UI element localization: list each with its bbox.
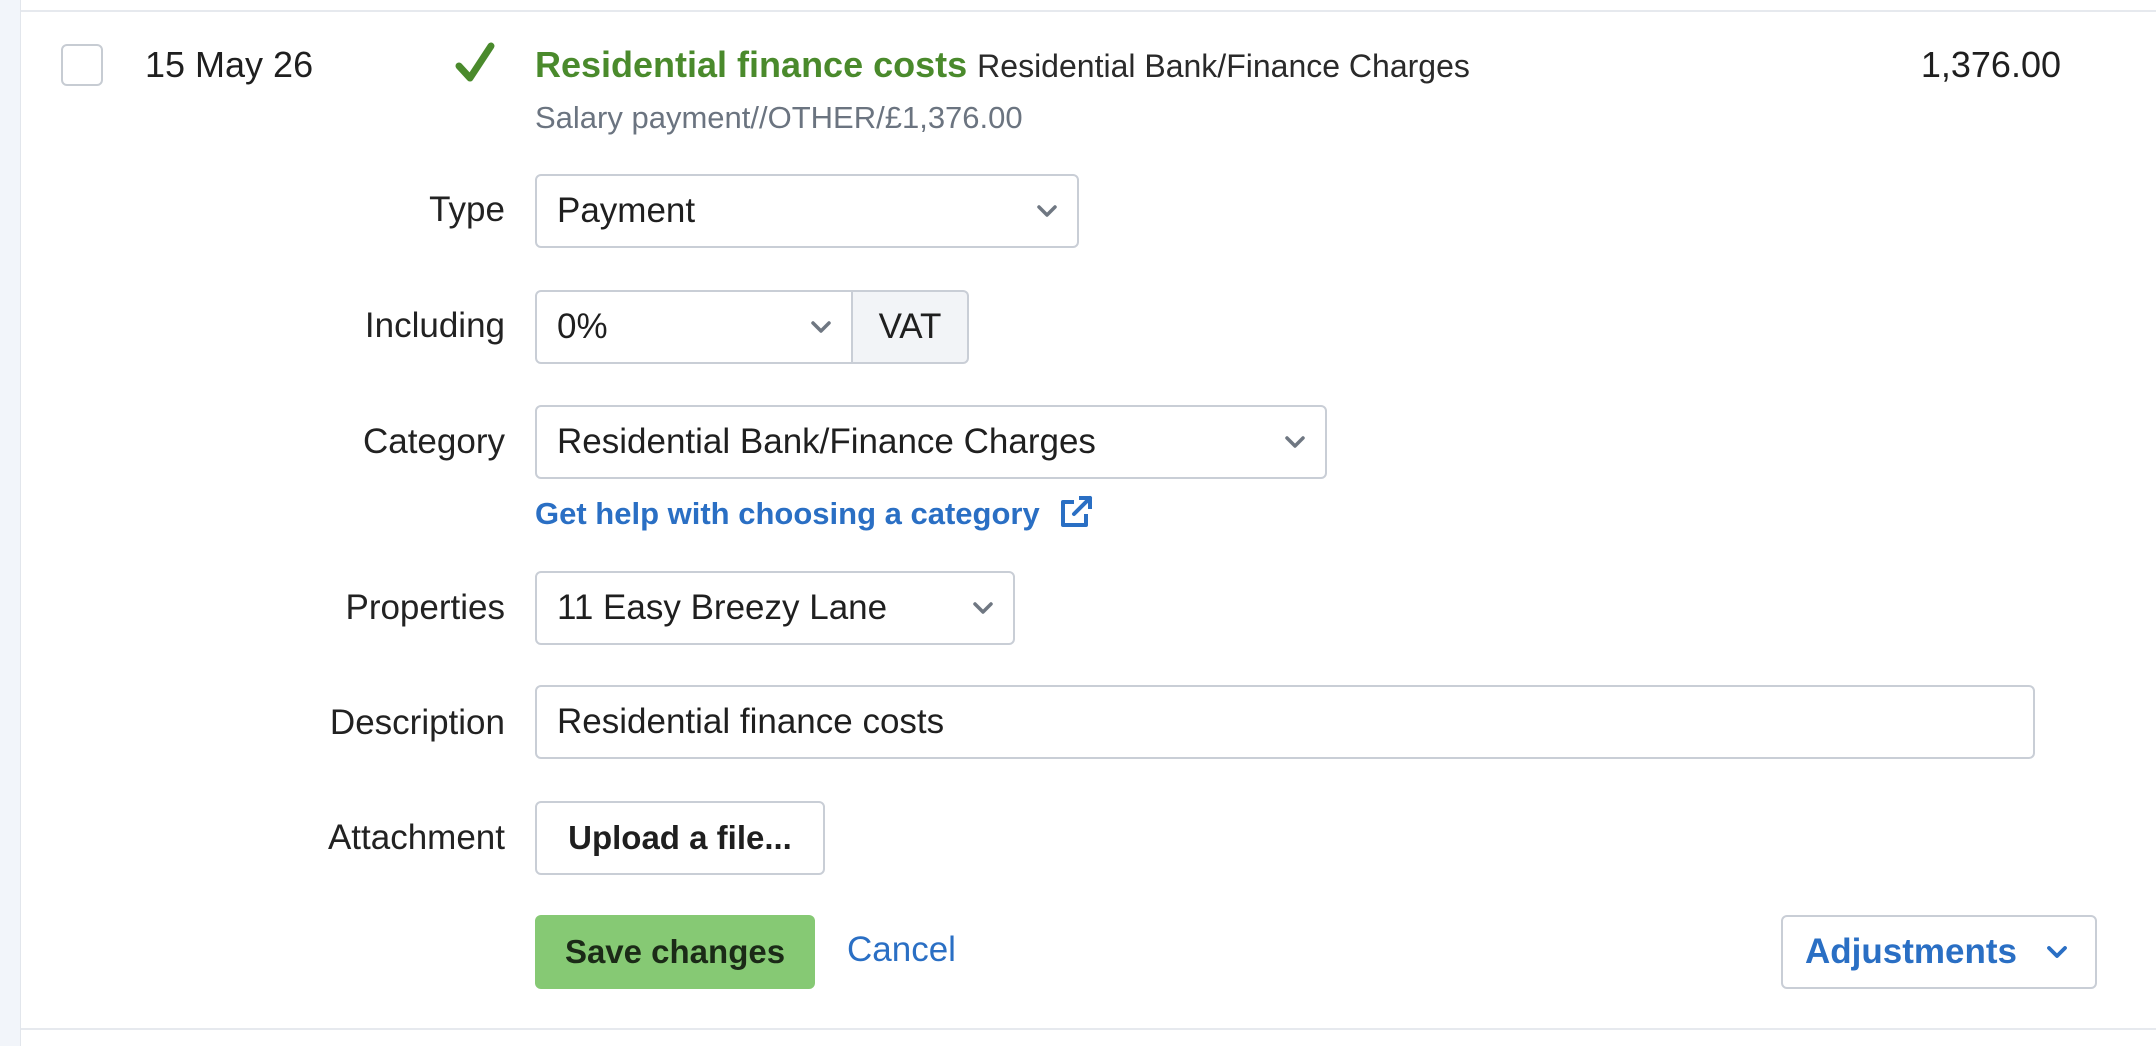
- top-divider: [21, 10, 2156, 12]
- properties-select-value: 11 Easy Breezy Lane: [557, 588, 888, 627]
- transaction-edit-panel: 15 May 26 Residential finance costs Resi…: [20, 0, 2156, 1046]
- external-link-icon: [1061, 496, 1093, 527]
- transaction-category-label: Residential Bank/Finance Charges: [977, 48, 1470, 84]
- transaction-amount: 1,376.00: [1920, 44, 2061, 85]
- category-select[interactable]: Residential Bank/Finance Charges: [535, 405, 1327, 479]
- description-label: Description: [329, 703, 505, 742]
- chevron-down-icon: [1285, 436, 1305, 448]
- chevron-down-icon: [811, 321, 831, 333]
- description-input[interactable]: Residential finance costs: [535, 685, 2035, 759]
- category-help-link-text: Get help with choosing a category: [535, 496, 1040, 531]
- transaction-date: 15 May 26: [145, 44, 314, 85]
- category-select-value: Residential Bank/Finance Charges: [557, 422, 1096, 461]
- adjustments-button[interactable]: Adjustments: [1781, 915, 2097, 989]
- vat-addon: VAT: [853, 290, 969, 364]
- type-select-value: Payment: [557, 191, 696, 230]
- bottom-divider: [21, 1028, 2156, 1030]
- upload-file-button[interactable]: Upload a file...: [535, 801, 825, 875]
- save-changes-button[interactable]: Save changes: [535, 915, 815, 989]
- properties-label: Properties: [345, 588, 505, 627]
- cancel-link[interactable]: Cancel: [847, 930, 956, 970]
- attachment-label: Attachment: [327, 818, 505, 857]
- transaction-title: Residential finance costs: [535, 44, 968, 85]
- type-select[interactable]: Payment: [535, 174, 1079, 248]
- checkmark-icon: [455, 42, 495, 82]
- chevron-down-icon: [973, 602, 993, 614]
- properties-select[interactable]: 11 Easy Breezy Lane: [535, 571, 1015, 645]
- vat-rate-select[interactable]: 0%: [535, 290, 853, 364]
- chevron-down-icon: [1037, 205, 1057, 217]
- select-checkbox[interactable]: [61, 44, 103, 86]
- category-help-link[interactable]: Get help with choosing a category: [535, 494, 1094, 532]
- including-label: Including: [364, 306, 505, 345]
- vat-rate-value: 0%: [557, 307, 608, 346]
- adjustments-label: Adjustments: [1805, 932, 2017, 971]
- transaction-title-line: Residential finance costs Residential Ba…: [535, 44, 1470, 86]
- chevron-down-icon: [2047, 946, 2067, 958]
- category-label: Category: [362, 422, 505, 461]
- transaction-reference: Salary payment//OTHER/£1,376.00: [535, 100, 1023, 135]
- type-label: Type: [429, 190, 505, 229]
